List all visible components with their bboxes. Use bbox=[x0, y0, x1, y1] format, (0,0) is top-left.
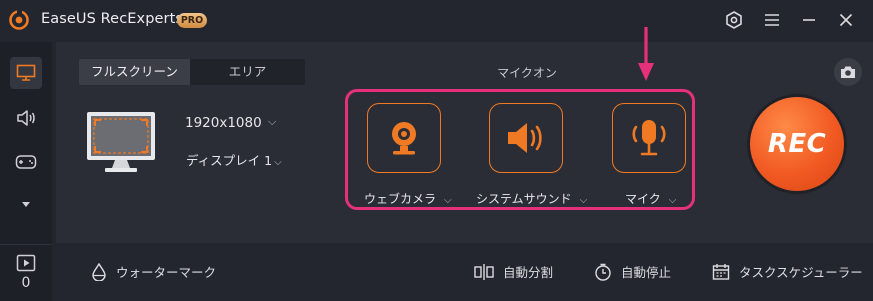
speaker-icon bbox=[508, 123, 542, 153]
watermark-icon bbox=[92, 262, 106, 281]
rec-button[interactable]: REC bbox=[750, 97, 844, 191]
watermark-button[interactable]: ウォーターマーク bbox=[91, 262, 216, 281]
mic-status-label: マイクオン bbox=[497, 66, 557, 80]
menu-icon[interactable] bbox=[762, 10, 782, 30]
audio-icon bbox=[17, 110, 35, 126]
monitor-preview-icon bbox=[85, 110, 157, 176]
resolution-value[interactable]: 1920x1080 bbox=[185, 115, 262, 131]
sidebar-item-screen[interactable] bbox=[10, 57, 42, 89]
system-sound-label: システムサウンド bbox=[476, 192, 572, 206]
game-icon bbox=[15, 155, 37, 169]
chevron-down-icon[interactable]: ⌵ bbox=[268, 115, 276, 129]
auto-split-button[interactable]: 自動分割 bbox=[474, 262, 553, 281]
scheduler-button[interactable]: タスクスケジューラー bbox=[712, 262, 863, 281]
annotation-arrow-icon bbox=[636, 27, 656, 83]
watermark-label: ウォーターマーク bbox=[116, 265, 217, 280]
sidebar-item-game[interactable] bbox=[10, 146, 42, 178]
split-icon bbox=[474, 263, 494, 280]
chevron-down-icon: ⌵ bbox=[444, 195, 452, 206]
tab-fullscreen[interactable]: フルスクリーン bbox=[79, 59, 190, 85]
auto-stop-button[interactable]: 自動停止 bbox=[594, 262, 671, 281]
display-select[interactable]: ディスプレイ 1 ⌵ bbox=[186, 150, 282, 169]
tab-area[interactable]: エリア bbox=[190, 59, 305, 85]
chevron-down-icon: ⌵ bbox=[668, 195, 677, 206]
webcam-label: ウェブカメラ bbox=[364, 192, 437, 206]
chevron-down-icon: ⌵ bbox=[274, 157, 282, 168]
sidebar-item-audio[interactable] bbox=[10, 102, 42, 134]
webcam-button[interactable] bbox=[367, 103, 441, 173]
app-logo-icon bbox=[9, 10, 29, 30]
microphone-select[interactable]: マイク ⌵ bbox=[625, 190, 676, 207]
chevron-down-icon: ⌵ bbox=[579, 195, 588, 206]
screen-icon bbox=[16, 64, 36, 81]
screenshot-camera-icon[interactable] bbox=[834, 58, 862, 86]
recordings-icon[interactable] bbox=[16, 254, 36, 272]
timer-icon bbox=[595, 263, 611, 281]
sidebar-item-more[interactable] bbox=[10, 188, 42, 220]
settings-icon[interactable] bbox=[724, 10, 744, 30]
microphone-icon bbox=[632, 120, 666, 156]
sidebar-divider bbox=[0, 244, 52, 245]
pro-badge: PRO bbox=[177, 13, 207, 28]
system-sound-select[interactable]: システムサウンド ⌵ bbox=[476, 190, 587, 207]
minimize-icon[interactable] bbox=[799, 10, 819, 30]
app-title: EaseUS RecExperts bbox=[41, 11, 184, 27]
microphone-button[interactable] bbox=[612, 103, 686, 173]
close-icon[interactable] bbox=[836, 10, 856, 30]
recordings-count: 0 bbox=[21, 275, 31, 291]
microphone-label: マイク bbox=[625, 192, 661, 206]
webcam-icon bbox=[392, 122, 416, 155]
scheduler-label: タスクスケジューラー bbox=[739, 265, 863, 280]
calendar-icon bbox=[712, 263, 730, 280]
more-icon bbox=[22, 202, 30, 207]
system-sound-button[interactable] bbox=[489, 103, 563, 173]
display-name: ディスプレイ 1 bbox=[186, 153, 273, 168]
auto-split-label: 自動分割 bbox=[503, 265, 554, 280]
auto-stop-label: 自動停止 bbox=[621, 265, 672, 280]
webcam-select[interactable]: ウェブカメラ ⌵ bbox=[364, 190, 452, 207]
